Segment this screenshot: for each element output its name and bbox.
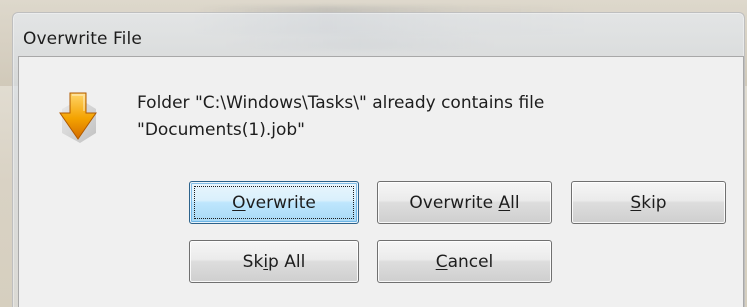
skip-all-button-label: Skip All xyxy=(243,252,306,272)
skip-label-mnemonic: S xyxy=(630,192,642,213)
overwrite-all-button[interactable]: Overwrite All xyxy=(377,181,552,224)
skip-all-label-post: p All xyxy=(268,251,306,272)
dialog-message-line-2: "Documents(1).job" xyxy=(137,120,305,140)
skip-label-post: kip xyxy=(641,192,667,213)
skip-all-button[interactable]: Skip All xyxy=(189,240,359,283)
overwrite-label-mnemonic: O xyxy=(232,192,246,213)
dialog-titlebar[interactable]: Overwrite File xyxy=(13,13,744,51)
screen-background: Overwrite File Folder "C:\Windows\Tasks\… xyxy=(0,0,747,307)
overwrite-all-label-mnemonic: A xyxy=(498,192,511,213)
overwrite-download-arrow-icon xyxy=(52,89,107,149)
overwrite-file-dialog: Overwrite File Folder "C:\Windows\Tasks\… xyxy=(12,12,745,307)
cancel-button-label: Cancel xyxy=(436,252,494,272)
skip-button[interactable]: Skip xyxy=(571,181,726,224)
overwrite-label-post: verwrite xyxy=(245,192,316,213)
overwrite-all-label-pre: Overwrite xyxy=(409,192,499,213)
dialog-client-area: Folder "C:\Windows\Tasks\" already conta… xyxy=(18,56,744,307)
dialog-message: Folder "C:\Windows\Tasks\" already conta… xyxy=(137,90,727,144)
skip-all-label-pre: Sk xyxy=(242,251,264,272)
overwrite-all-button-label: Overwrite All xyxy=(409,193,519,213)
cancel-label-mnemonic: C xyxy=(435,251,448,272)
overwrite-all-label-post: ll xyxy=(510,192,520,213)
overwrite-download-arrow-icon-svg xyxy=(59,92,97,143)
cancel-button[interactable]: Cancel xyxy=(377,240,552,283)
dialog-title: Overwrite File xyxy=(23,29,142,49)
skip-button-label: Skip xyxy=(630,193,666,213)
dialog-message-line-1: Folder "C:\Windows\Tasks\" already conta… xyxy=(137,93,545,113)
cancel-label-post: ancel xyxy=(447,251,494,272)
overwrite-button[interactable]: Overwrite xyxy=(189,181,359,224)
overwrite-button-label: Overwrite xyxy=(232,193,316,213)
